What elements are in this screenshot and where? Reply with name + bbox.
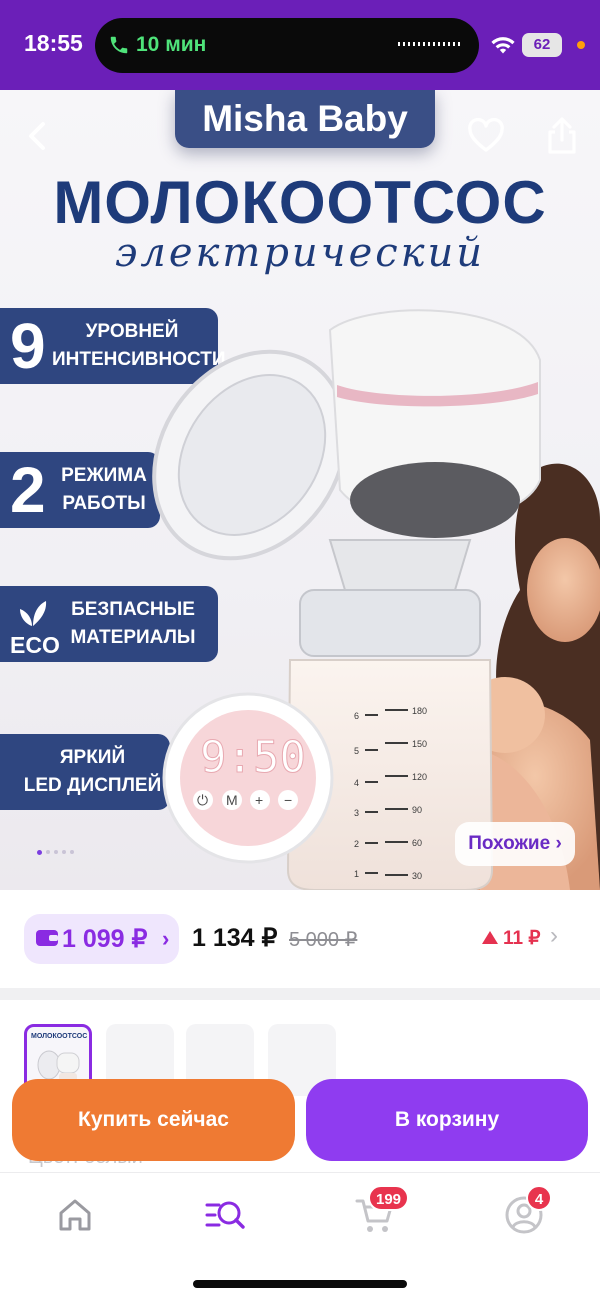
home-indicator — [193, 1280, 407, 1288]
price-change[interactable]: 11 ₽ — [482, 927, 540, 950]
product-headline: МОЛОКООТСОС — [53, 169, 547, 236]
pager-dot — [54, 850, 58, 854]
led-minus-button: − — [284, 792, 292, 808]
leaf-icon — [20, 601, 47, 626]
activity-dots — [398, 42, 460, 46]
privacy-dot — [577, 41, 585, 49]
feature-operating-modes: 2 РЕЖИМА РАБОТЫ — [0, 452, 160, 528]
led-power-button: ⏻ — [197, 792, 208, 808]
section-divider — [0, 988, 600, 1000]
eco-text: ECO — [10, 632, 60, 658]
bottle-oz-label: 6 — [354, 711, 359, 721]
chevron-right-icon: › — [162, 926, 170, 951]
heart-icon[interactable] — [464, 114, 508, 158]
eco-mark: ECO — [6, 594, 60, 658]
brand-tag: Misha Baby — [175, 90, 435, 148]
led-plus-button: + — [255, 792, 263, 808]
buy-now-button[interactable]: Купить сейчас — [12, 1079, 295, 1161]
bottle-ml-label: 180 — [412, 706, 427, 716]
phone-icon — [110, 36, 128, 54]
pager-dot — [62, 850, 66, 854]
cart-count-badge: 199 — [368, 1185, 410, 1211]
price-card[interactable]: 1 099 ₽ › 1 134 ₽ 5 000 ₽ 11 ₽ › — [0, 890, 600, 988]
arrow-up-icon — [482, 931, 498, 944]
bottle-ml-label: 150 — [412, 739, 427, 749]
led-mode-button: M — [226, 792, 238, 808]
battery-indicator: 62 — [522, 33, 562, 57]
bottle-oz-label: 4 — [354, 778, 359, 788]
bottle-ml-label: 90 — [412, 805, 422, 815]
wallet-price-value: 1 099 ₽ — [62, 925, 148, 953]
feature-number: 9 — [10, 310, 46, 382]
bottle-ml-label: 120 — [412, 772, 427, 782]
feature-label: РЕЖИМА РАБОТЫ — [61, 465, 147, 514]
bottle-ml-label: 30 — [412, 871, 422, 881]
chevron-right-icon[interactable]: › — [550, 922, 558, 950]
wallet-icon — [36, 930, 58, 946]
breast-pump-illustration: 180 150 120 90 60 30 6 5 4 3 2 1 9:50 ⏻ … — [152, 309, 600, 890]
feature-number: 2 — [10, 454, 46, 526]
share-icon[interactable] — [540, 114, 584, 158]
bottle-oz-label: 1 — [354, 869, 359, 879]
status-bar: 18:55 10 мин 62 — [0, 0, 600, 90]
catalog-search-icon[interactable] — [201, 1191, 249, 1239]
led-display-readout: 9:50 — [200, 732, 306, 783]
add-to-cart-button[interactable]: В корзину — [306, 1079, 588, 1161]
wifi-icon — [491, 37, 515, 54]
product-image-carousel[interactable]: Misha Baby МОЛОКООТСОС электрический 9 У… — [0, 90, 600, 890]
current-price: 1 134 ₽ — [192, 924, 278, 952]
profile-notification-badge: 4 — [526, 1185, 552, 1211]
bottle-oz-label: 5 — [354, 746, 359, 756]
bottle-ml-label: 60 — [412, 838, 422, 848]
pager-dot — [70, 850, 74, 854]
pager-dot-active — [37, 850, 42, 855]
old-price: 5 000 ₽ — [289, 929, 358, 951]
status-time: 18:55 — [24, 30, 83, 56]
similar-products-button[interactable]: Похожие › — [455, 822, 575, 866]
bottle-oz-label: 3 — [354, 808, 359, 818]
pager-dot — [46, 850, 50, 854]
bottle-oz-label: 2 — [354, 839, 359, 849]
product-subline: электрический — [114, 230, 486, 276]
price-change-value: 11 ₽ — [503, 928, 541, 949]
wallet-price-badge[interactable]: 1 099 ₽ › — [24, 914, 179, 964]
back-chevron-icon[interactable] — [16, 114, 60, 158]
home-icon[interactable] — [51, 1191, 99, 1239]
call-duration: 10 мин — [136, 33, 207, 56]
thumbnail-title: МОЛОКООТСОС — [31, 1033, 88, 1040]
